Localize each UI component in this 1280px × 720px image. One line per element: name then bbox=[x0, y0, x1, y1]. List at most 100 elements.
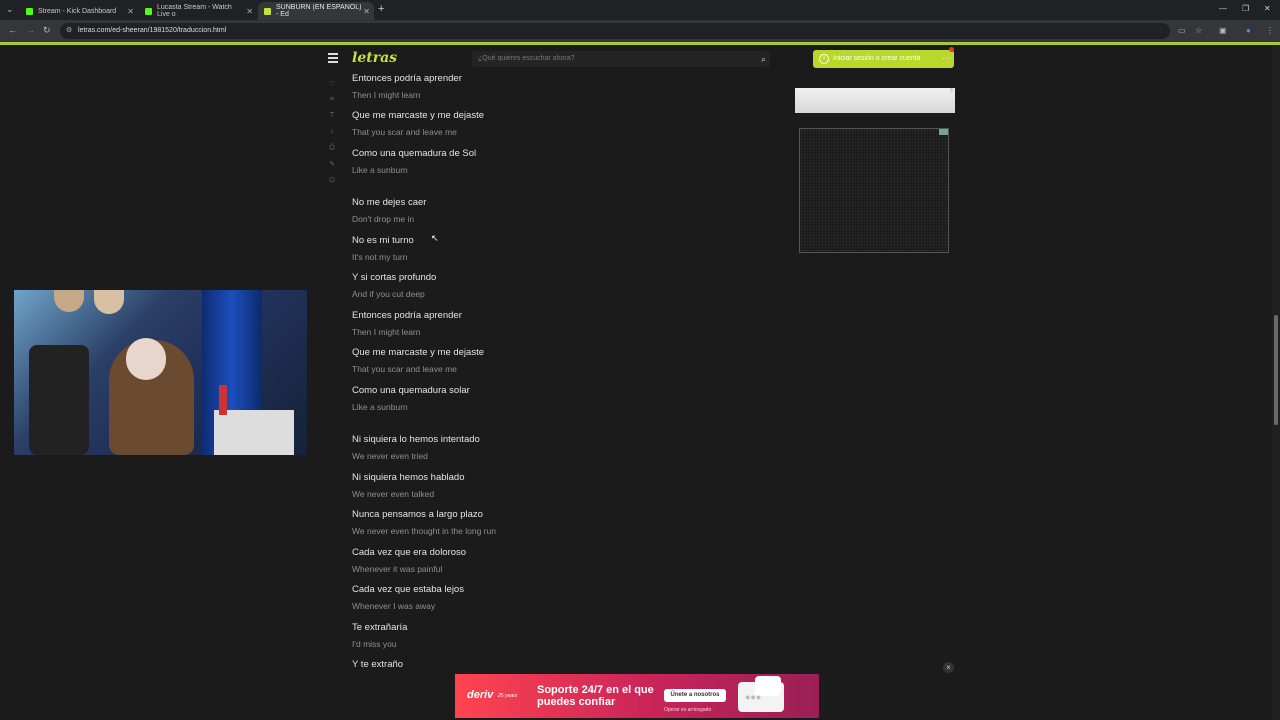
lyric-line: Entonces podría aprender Then I might lea… bbox=[352, 310, 462, 337]
guitar-image bbox=[54, 290, 84, 312]
restore-icon[interactable]: ❐ bbox=[1242, 4, 1249, 13]
lyric-line: No es mi turno It's not my turn bbox=[352, 235, 414, 262]
favorite-icon[interactable]: ♡ bbox=[326, 80, 338, 96]
share-icon[interactable]: ⊡ bbox=[326, 176, 338, 192]
lyric-original: Como una quemadura de Sol bbox=[352, 148, 477, 159]
typing-dots-icon: ●●● bbox=[745, 692, 762, 702]
ad-info-icon[interactable]: ◊ bbox=[950, 88, 953, 94]
back-icon[interactable]: ← bbox=[8, 25, 17, 35]
tab-sunburn-lyrics[interactable]: SUNBURN (EN ESPAÑOL) - Ed ✕ bbox=[258, 2, 374, 20]
profile-avatar[interactable]: ● bbox=[1246, 26, 1251, 35]
scrollbar-thumb[interactable] bbox=[1274, 315, 1278, 425]
extensions-icon[interactable]: ▣ bbox=[1219, 26, 1227, 35]
browser-toolbar: ← → ↻ ⚙ letras.com/ed-sheeran/1981520/tr… bbox=[0, 20, 1280, 42]
lyric-line: Como una quemadura de Sol Like a sunburn bbox=[352, 148, 476, 175]
lyric-translation: Don't drop me in bbox=[352, 214, 415, 224]
lyric-translation: We never even tried bbox=[352, 451, 428, 461]
tab-search-icon[interactable]: ⌄ bbox=[6, 4, 14, 15]
streamer-hood-image bbox=[126, 338, 166, 380]
lyric-line: Ni siquiera hemos hablado We never even t… bbox=[352, 472, 464, 499]
ad-headline: Soporte 24/7 en el que puedes confiar bbox=[537, 684, 654, 708]
login-label: Iniciar sesión o crear cuenta bbox=[833, 55, 921, 62]
lyric-translation: I'd miss you bbox=[352, 639, 397, 649]
lyric-translation: That you scar and leave me bbox=[352, 364, 457, 374]
cast-icon[interactable]: ▭ bbox=[1178, 26, 1186, 35]
close-tab-icon[interactable]: ✕ bbox=[127, 7, 134, 16]
guitar-image bbox=[94, 290, 124, 314]
desk-image bbox=[214, 410, 294, 455]
lyric-translation: We never even thought in the long run bbox=[352, 526, 496, 536]
letras-logo[interactable]: letras bbox=[352, 50, 397, 66]
forward-icon[interactable]: → bbox=[26, 25, 35, 35]
lyric-line: Que me marcaste y me dejaste That you sca… bbox=[352, 110, 484, 137]
ad-brand-sub: 25 years bbox=[498, 693, 518, 699]
site-header: letras ¿Qué quieres escuchar ahora? ⌕ • … bbox=[320, 45, 960, 73]
guitar-icon[interactable]: ♪ bbox=[326, 128, 338, 144]
streamer-webcam-overlay bbox=[14, 290, 307, 455]
ad-banner-top[interactable]: ◊ bbox=[795, 88, 955, 113]
more-options-icon[interactable]: ··· bbox=[942, 50, 950, 68]
reload-icon[interactable]: ↻ bbox=[43, 25, 51, 36]
browser-tab-bar: ⌄ Stream - Kick Dashboard ✕ Lucasta Stre… bbox=[0, 0, 1280, 20]
ad-brand-logo: deriv bbox=[467, 689, 494, 701]
lyric-translation: Like a sunburn bbox=[352, 402, 408, 412]
lyric-line: Que me marcaste y me dejaste That you sca… bbox=[352, 347, 484, 374]
lyric-line: No me dejes caer Don't drop me in bbox=[352, 197, 426, 224]
microphone-image bbox=[219, 385, 227, 415]
lyric-line: Entonces podría aprender Then I might lea… bbox=[352, 73, 462, 100]
close-tab-icon[interactable]: ✕ bbox=[246, 7, 253, 16]
bookmark-star-icon[interactable]: ☆ bbox=[1195, 26, 1202, 35]
close-ad-button[interactable]: × bbox=[943, 662, 954, 673]
new-tab-button[interactable]: + bbox=[378, 3, 384, 15]
ad-cta-button[interactable]: Únete a nosotros bbox=[664, 689, 726, 702]
tab-kick-dashboard[interactable]: Stream - Kick Dashboard ✕ bbox=[20, 2, 138, 20]
minimize-icon[interactable]: — bbox=[1219, 4, 1227, 13]
tab-title: Stream - Kick Dashboard bbox=[38, 7, 117, 15]
user-icon: • bbox=[819, 54, 829, 64]
lyric-line: Y si cortas profundo And if you cut deep bbox=[352, 272, 436, 299]
lyric-original: Entonces podría aprender bbox=[352, 73, 462, 84]
lyric-line: Te extrañaría I'd miss you bbox=[352, 622, 407, 649]
edit-icon[interactable]: ✎ bbox=[326, 160, 338, 176]
lyric-line: Como una quemadura solar Like a sunburn bbox=[352, 385, 470, 412]
font-size-icon[interactable]: T bbox=[326, 112, 338, 128]
address-bar[interactable]: ⚙ letras.com/ed-sheeran/1981520/traducci… bbox=[60, 23, 1170, 39]
lyrics-action-icons: ♡ ≡ T ♪ ⎙ ✎ ⊡ bbox=[326, 80, 338, 192]
lyric-original: Entonces podría aprender bbox=[352, 310, 462, 321]
site-info-icon[interactable]: ⚙ bbox=[66, 23, 72, 39]
lyric-original: Cada vez que era doloroso bbox=[352, 547, 467, 558]
page-scrollbar[interactable] bbox=[1272, 45, 1280, 720]
ad-placeholder[interactable] bbox=[799, 128, 949, 253]
lyric-translation: Whenever it was painful bbox=[352, 564, 443, 574]
lyric-original: Nunca pensamos a largo plazo bbox=[352, 509, 483, 520]
lyric-translation: We never even talked bbox=[352, 489, 435, 499]
close-window-icon[interactable]: ✕ bbox=[1264, 4, 1271, 13]
lyric-translation: Then I might learn bbox=[352, 90, 421, 100]
gaming-chair-image bbox=[29, 345, 89, 455]
lyric-original: No es mi turno bbox=[352, 235, 414, 246]
login-button[interactable]: • Iniciar sesión o crear cuenta ··· bbox=[813, 47, 954, 68]
url-text: letras.com/ed-sheeran/1981520/traduccion… bbox=[78, 27, 227, 34]
print-icon[interactable]: ⎙ bbox=[326, 144, 338, 160]
lyric-original: Ni siquiera hemos hablado bbox=[352, 472, 465, 483]
lyric-original: Que me marcaste y me dejaste bbox=[352, 110, 484, 121]
lyric-line: Cada vez que estaba lejos Whenever I was … bbox=[352, 584, 464, 611]
search-input[interactable]: ¿Qué quieres escuchar ahora? ⌕ bbox=[472, 51, 770, 67]
playlist-icon[interactable]: ≡ bbox=[326, 96, 338, 112]
lyric-line: Cada vez que era doloroso Whenever it was… bbox=[352, 547, 466, 574]
lyric-original: Ni siquiera lo hemos intentado bbox=[352, 434, 480, 445]
lyric-original: Y si cortas profundo bbox=[352, 272, 437, 283]
lyric-translation: And if you cut deep bbox=[352, 289, 425, 299]
bottom-ad-banner[interactable]: deriv 25 years Soporte 24/7 en el que pu… bbox=[455, 674, 819, 718]
lyric-original: Te extrañaría bbox=[352, 622, 408, 633]
tab-title: SUNBURN (EN ESPAÑOL) - Ed bbox=[276, 4, 362, 18]
menu-icon[interactable] bbox=[328, 53, 338, 65]
browser-menu-icon[interactable]: ⋮ bbox=[1266, 26, 1274, 35]
lyric-original: Que me marcaste y me dejaste bbox=[352, 347, 484, 358]
lyric-line: Ni siquiera lo hemos intentado We never e… bbox=[352, 434, 480, 461]
ad-choices-icon[interactable] bbox=[939, 129, 948, 135]
search-icon[interactable]: ⌕ bbox=[761, 51, 766, 67]
tab-lucasta-stream[interactable]: Lucasta Stream - Watch Live o ✕ bbox=[139, 2, 257, 20]
close-tab-icon[interactable]: ✕ bbox=[363, 7, 370, 16]
lyric-original: No me dejes caer bbox=[352, 197, 427, 208]
